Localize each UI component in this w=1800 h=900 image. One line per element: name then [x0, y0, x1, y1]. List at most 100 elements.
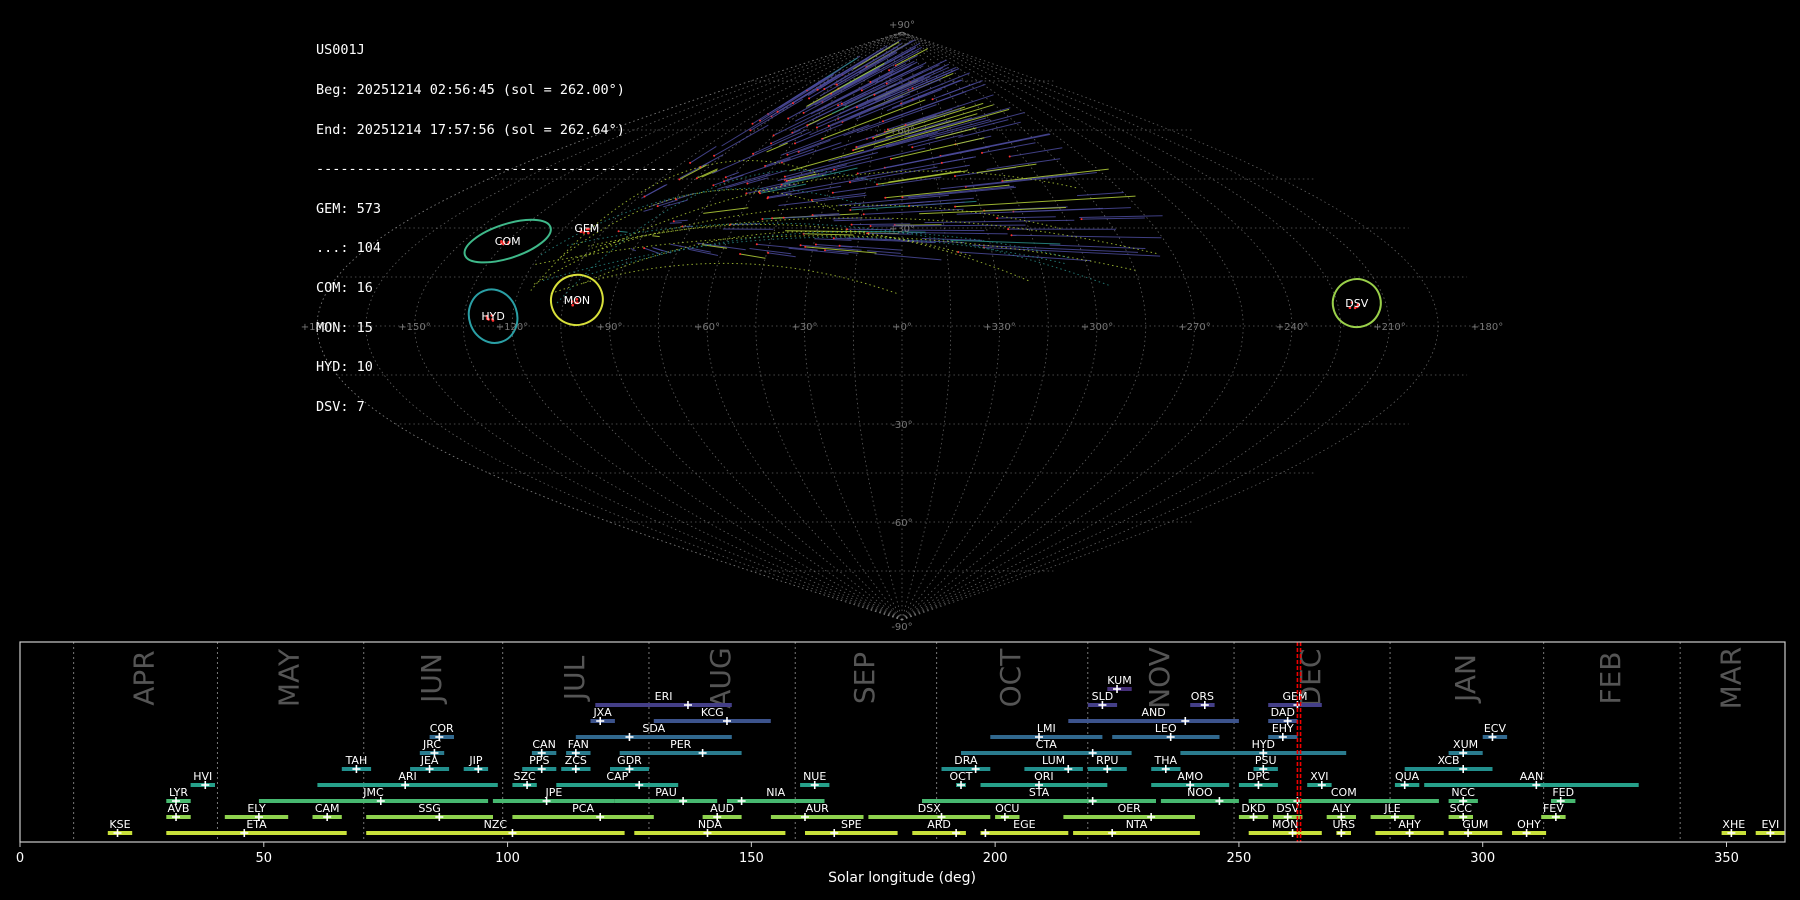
shower-bar: [1448, 831, 1503, 835]
shower-ors: ORS: [1190, 690, 1215, 709]
meteor-point: [749, 129, 752, 132]
month-label-may: MAY: [273, 648, 306, 707]
meteor-trail: [1009, 147, 1063, 157]
shower-label: HVI: [193, 770, 212, 783]
meteor-point: [802, 111, 805, 114]
meteor-point: [745, 192, 748, 195]
shower-pau: PAU: [614, 786, 718, 805]
shower-ari: ARI: [317, 770, 498, 789]
meteor-point: [884, 196, 887, 199]
x-tick-label: 250: [1227, 851, 1252, 866]
x-axis-label: Solar longitude (deg): [828, 870, 976, 886]
meteor-point: [996, 217, 999, 220]
shower-label: DAD: [1271, 706, 1295, 719]
shower-ohy: OHY: [1512, 818, 1547, 837]
shower-label: ORS: [1191, 690, 1214, 703]
meteor-point: [810, 199, 813, 201]
meteor-trail: [696, 168, 718, 179]
count-com: COM: 16: [316, 279, 373, 296]
shower-label: AHY: [1398, 818, 1421, 831]
shower-bar: [512, 815, 654, 819]
shower-label: XCB: [1438, 754, 1460, 767]
x-axis: 0 50 100 150 200 250 300 350: [16, 842, 1739, 866]
shower-label: DSX: [918, 802, 941, 815]
shower-label: URS: [1332, 818, 1355, 831]
meteor-trail: [766, 142, 788, 153]
meteor-point: [759, 119, 761, 122]
meteor-point: [755, 243, 758, 246]
shower-bar: [492, 799, 615, 803]
month-label-apr: APR: [128, 650, 161, 706]
longitude-label: +300°: [1081, 322, 1113, 333]
latitude-label: +30°: [889, 224, 915, 235]
shower-qua: QUA: [1394, 770, 1420, 789]
radiant-label-dsv: DSV: [1345, 297, 1368, 310]
meteor-trail: [874, 253, 942, 261]
shower-label: COM: [1331, 786, 1357, 799]
shower-label: KUM: [1107, 674, 1131, 687]
shower-label: ZCS: [565, 754, 587, 767]
shower-label: FAN: [568, 738, 589, 751]
meteor-point: [695, 177, 698, 180]
meteor-trail: [1011, 234, 1162, 239]
shower-bar: [1073, 831, 1200, 835]
shower-bar: [614, 799, 718, 803]
shower-label: JXA: [592, 706, 612, 719]
meteor-point: [869, 225, 872, 227]
shower-label: KSE: [109, 818, 130, 831]
meteor-point: [889, 157, 892, 160]
shower-leo: LEO: [1112, 722, 1220, 741]
shower-bar: [980, 831, 1069, 835]
x-tick-label: 200: [983, 851, 1008, 866]
shower-urs: URS: [1332, 818, 1355, 837]
shower-label: RPU: [1096, 754, 1118, 767]
shower-label: AAN: [1520, 770, 1544, 783]
shower-label: NDA: [698, 818, 723, 831]
shower-label: XUM: [1453, 738, 1478, 751]
shower-label: LEO: [1155, 722, 1177, 735]
latitude-label: -60°: [891, 518, 912, 529]
shower-label: SPE: [841, 818, 862, 831]
shower-label: NOO: [1187, 786, 1213, 799]
longitude-label: +210°: [1373, 322, 1405, 333]
meteor-trail: [833, 218, 893, 222]
shower-label: ARD: [927, 818, 951, 831]
meteor-point: [786, 153, 789, 156]
shower-label: FED: [1552, 786, 1574, 799]
meteor-point: [873, 93, 876, 96]
shower-bar: [805, 831, 898, 835]
shower-label: DRA: [954, 754, 978, 767]
shower-dpc: DPC: [1238, 770, 1278, 789]
shower-label: FEV: [1543, 802, 1564, 815]
x-tick-label: 300: [1470, 851, 1495, 866]
meteor-point: [792, 102, 794, 105]
meteor-point: [783, 175, 786, 178]
shower-label: OER: [1118, 802, 1142, 815]
meteor-point: [827, 124, 830, 127]
meteor-point: [940, 161, 943, 164]
meteor-trail: [701, 169, 718, 178]
meteor-point: [849, 181, 851, 184]
shower-ahy: AHY: [1375, 818, 1444, 837]
shower-label: NUE: [803, 770, 826, 783]
meteor-point: [954, 175, 956, 178]
x-tick-label: 150: [739, 851, 764, 866]
shower-bar: [166, 831, 347, 835]
meteor-trail: [908, 232, 1008, 235]
separator-line: ----------------------------------------…: [316, 161, 674, 178]
shower-cam: CAM: [312, 802, 342, 821]
meteor-point: [723, 180, 725, 183]
meteor-point: [835, 83, 838, 86]
shower-label: TAH: [345, 754, 368, 767]
shower-bar: [366, 831, 625, 835]
meteor-point: [954, 205, 957, 208]
latitude-label: +60°: [889, 126, 915, 137]
meteor-trail: [798, 139, 831, 153]
meteor-point: [770, 142, 773, 145]
meteor-trail: [908, 186, 1017, 198]
meteor-point: [815, 126, 818, 129]
meteor-point: [840, 102, 843, 105]
meteor-point: [739, 253, 742, 255]
shower-timeline-chart: APR MAY JUN JUL AUG SEP OCT NOV DEC JAN FEB MAR KUM…: [16, 641, 1786, 886]
shower-rpu: RPU: [1087, 754, 1127, 773]
